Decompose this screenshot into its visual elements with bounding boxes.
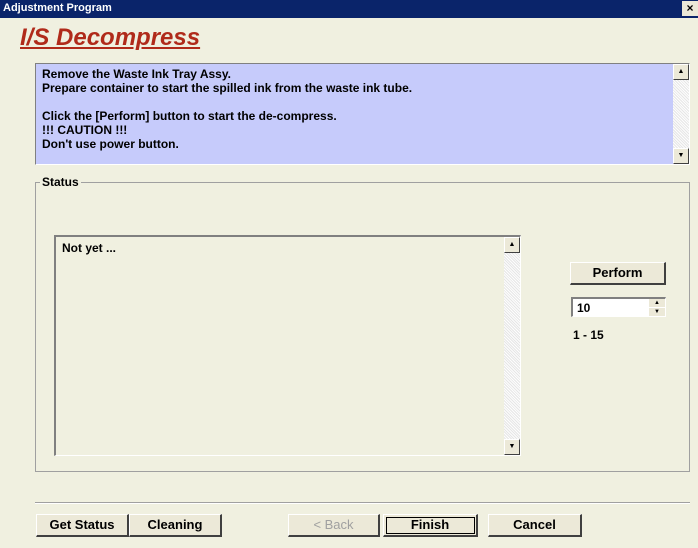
instructions-text: Remove the Waste Ink Tray Assy. Prepare …: [42, 67, 669, 151]
instruction-line: Don't use power button.: [42, 137, 179, 151]
status-scrollbar[interactable]: ▲ ▼: [504, 237, 520, 455]
scroll-up-arrow-icon[interactable]: ▲: [673, 64, 689, 80]
instruction-blank-line: [42, 95, 669, 109]
count-spinner[interactable]: 10 ▲ ▼: [571, 297, 666, 317]
footer-separator: [35, 502, 690, 504]
scroll-down-arrow-icon[interactable]: ▼: [673, 148, 689, 164]
spinner-range-label: 1 - 15: [573, 328, 604, 342]
scroll-up-arrow-icon[interactable]: ▲: [504, 237, 520, 253]
cleaning-button[interactable]: Cleaning: [129, 514, 222, 537]
perform-button[interactable]: Perform: [570, 262, 666, 285]
instruction-line: !!! CAUTION !!!: [42, 123, 128, 137]
close-icon[interactable]: ×: [682, 1, 698, 16]
status-text: Not yet ...: [62, 241, 117, 255]
status-group-label: Status: [40, 175, 81, 189]
instruction-line: Prepare container to start the spilled i…: [42, 81, 413, 95]
cancel-button[interactable]: Cancel: [488, 514, 582, 537]
window-title: Adjustment Program: [3, 2, 112, 14]
scroll-down-arrow-icon[interactable]: ▼: [504, 439, 520, 455]
instruction-line: Remove the Waste Ink Tray Assy.: [42, 67, 231, 81]
spin-down-arrow-icon[interactable]: ▼: [649, 308, 665, 316]
finish-button[interactable]: Finish: [383, 514, 478, 537]
instruction-line: Click the [Perform] button to start the …: [42, 109, 337, 123]
spin-up-arrow-icon[interactable]: ▲: [649, 299, 665, 307]
instructions-scrollbar[interactable]: ▲ ▼: [673, 64, 689, 164]
spinner-buttons[interactable]: ▲ ▼: [649, 299, 665, 316]
status-textarea[interactable]: Not yet ... ▲ ▼: [54, 235, 521, 456]
get-status-button[interactable]: Get Status: [36, 514, 129, 537]
back-button[interactable]: < Back: [288, 514, 380, 537]
page-title: I/S Decompress: [20, 24, 201, 51]
spinner-value: 10: [577, 301, 591, 315]
instructions-panel: Remove the Waste Ink Tray Assy. Prepare …: [35, 63, 690, 165]
title-bar: Adjustment Program ×: [0, 0, 698, 18]
